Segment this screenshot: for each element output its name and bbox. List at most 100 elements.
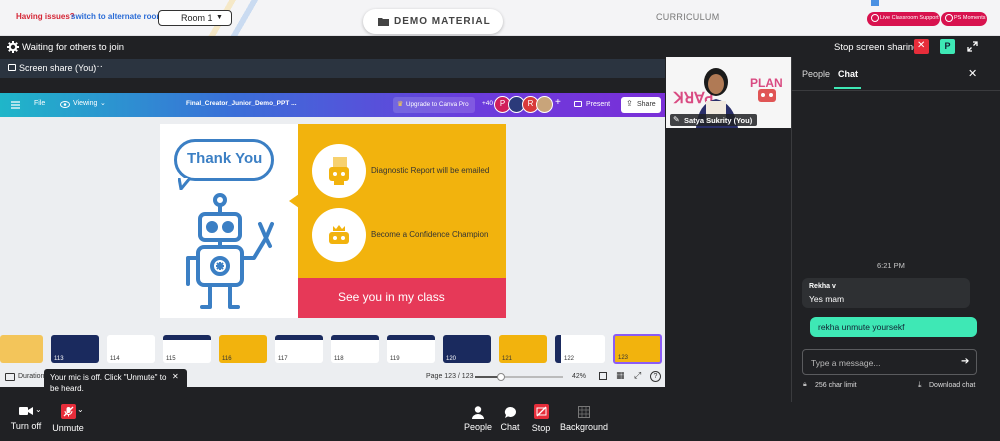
download-icon[interactable]: ⤓ bbox=[918, 380, 922, 390]
help-icon[interactable]: ? bbox=[650, 371, 661, 382]
duration-button[interactable]: Duration bbox=[18, 373, 44, 380]
chat-message-received: Rekha v Yes mam bbox=[802, 278, 970, 308]
tab-demo-material-label: DEMO MATERIAL bbox=[394, 16, 491, 27]
report-icon bbox=[312, 144, 366, 198]
document-title[interactable]: Final_Creator_Junior_Demo_PPT ... bbox=[186, 100, 297, 107]
hamburger-icon[interactable] bbox=[11, 101, 20, 109]
chevron-down-icon: ⌄ bbox=[100, 100, 106, 107]
info-icon bbox=[871, 14, 879, 22]
thank-you-heading: Thank You bbox=[187, 150, 263, 167]
issue-label: Having issues? bbox=[16, 12, 75, 21]
stop-share-button[interactable]: Stop bbox=[527, 404, 555, 433]
screen-share-tab[interactable]: Screen share (You) ··· bbox=[0, 59, 665, 78]
chat-panel: People Chat ✕ 6:21 PM Rekha v Yes mam re… bbox=[791, 57, 1000, 402]
file-menu[interactable]: File bbox=[34, 100, 45, 107]
stop-sharing-label[interactable]: Stop screen sharing bbox=[834, 42, 919, 53]
slide-thumbnail[interactable]: 121 bbox=[499, 335, 547, 363]
slide-thumbnail[interactable]: 114 bbox=[107, 335, 155, 363]
turn-off-label: Turn off bbox=[10, 421, 42, 431]
slide-thumbnail[interactable]: 120 bbox=[443, 335, 491, 363]
fullscreen-icon[interactable] bbox=[967, 41, 978, 52]
background-button[interactable]: Background bbox=[559, 406, 609, 432]
char-limit: 256 char limit bbox=[815, 382, 857, 389]
chat-button[interactable]: Chat bbox=[496, 406, 524, 432]
thumbnail-number: 114 bbox=[110, 356, 120, 362]
slide-thumbnail[interactable]: 117 bbox=[275, 335, 323, 363]
panel-pointer bbox=[289, 194, 299, 208]
tab-demo-material[interactable]: DEMO MATERIAL bbox=[363, 9, 503, 34]
close-panel-icon[interactable]: ✕ bbox=[968, 67, 977, 80]
slide-thumbnail[interactable]: 119 bbox=[387, 335, 435, 363]
ps-moments-button[interactable]: PS Moments bbox=[941, 12, 987, 26]
chat-input[interactable]: Type a message... ➔ bbox=[802, 349, 977, 375]
slide-thumbnail[interactable]: 118 bbox=[331, 335, 379, 363]
share-icon: ⇪ bbox=[626, 99, 633, 108]
room-select-value: Room 1 bbox=[181, 13, 213, 23]
camera-options-chevron[interactable]: ⌄ bbox=[35, 405, 42, 414]
decorative-marker bbox=[871, 0, 879, 6]
tab-chat[interactable]: Chat bbox=[838, 69, 858, 79]
timer-icon bbox=[5, 373, 15, 381]
participant-name: Satya Sukrity (You) bbox=[684, 116, 753, 125]
gear-icon[interactable] bbox=[7, 41, 19, 53]
page-indicator: Page 123 / 123 bbox=[426, 373, 474, 380]
slide-pink-banner: See you in my class bbox=[298, 278, 506, 318]
thumbnail-number: 116 bbox=[222, 356, 232, 362]
zoom-slider[interactable] bbox=[475, 373, 563, 381]
bottom-toolbar: Turn off ⌄ Unmute ⌄ People Chat Stop Bac… bbox=[0, 402, 1000, 441]
slide-thumbnail[interactable] bbox=[0, 335, 43, 363]
expand-icon[interactable]: ⤢ bbox=[634, 370, 641, 381]
upgrade-label: Upgrade to Canva Pro bbox=[406, 101, 469, 108]
participant-name-tag: ✎ Satya Sukrity (You) bbox=[670, 114, 757, 126]
tooltip-text: Your mic is off. Click "Unmute" to be he… bbox=[50, 373, 167, 393]
chat-timestamp: 6:21 PM bbox=[877, 261, 905, 270]
lock-icon: 🔒︎ bbox=[803, 381, 807, 388]
slide-thumbnail[interactable]: 116 bbox=[219, 335, 267, 363]
collaborator-count[interactable]: +40 bbox=[482, 100, 493, 107]
add-collaborator-button[interactable]: + bbox=[555, 97, 561, 108]
canva-toolbar: File Viewing ⌄ Final_Creator_Junior_Demo… bbox=[0, 93, 665, 117]
switch-room-link[interactable]: switch to alternate room bbox=[71, 12, 163, 21]
close-icon[interactable]: ✕ bbox=[172, 372, 179, 381]
present-button[interactable]: Present bbox=[572, 97, 616, 113]
tab-curriculum[interactable]: CURRICULUM bbox=[656, 12, 720, 22]
live-support-button[interactable]: Live Classroom Support bbox=[867, 12, 940, 26]
slide-thumbnail[interactable]: 122 bbox=[555, 335, 605, 363]
collaborator-avatar-photo[interactable] bbox=[536, 96, 553, 113]
person-icon bbox=[472, 406, 484, 419]
eye-icon bbox=[60, 101, 70, 108]
chat-message-text: Yes mam bbox=[809, 294, 845, 304]
thumbnail-number: 120 bbox=[446, 356, 457, 362]
upgrade-button[interactable]: ♛ Upgrade to Canva Pro bbox=[393, 97, 475, 113]
mic-options-chevron[interactable]: ⌄ bbox=[77, 405, 84, 414]
notes-icon[interactable] bbox=[599, 372, 607, 380]
stop-share-icon bbox=[533, 404, 549, 419]
stop-sharing-button[interactable]: ✕ bbox=[914, 39, 929, 54]
thumbnail-number: 123 bbox=[618, 355, 629, 361]
waiting-status: Waiting for others to join bbox=[22, 42, 125, 53]
grid-view-icon[interactable]: ▦ bbox=[616, 370, 625, 381]
zoom-slider-knob[interactable] bbox=[497, 373, 506, 381]
avatar[interactable]: P bbox=[940, 39, 955, 54]
video-tile[interactable]: ꓘꓤ∀ꓒ PLAN ✎ Satya Sukrity (You) bbox=[666, 57, 791, 128]
chat-message-sent: rekha unmute yoursekf bbox=[810, 317, 977, 337]
room-select[interactable]: Room 1 ▼ bbox=[158, 10, 232, 26]
moments-icon bbox=[945, 14, 953, 22]
download-chat-link[interactable]: Download chat bbox=[929, 382, 975, 389]
slide-item-1: Diagnostic Report will be emailed bbox=[371, 166, 490, 175]
chevron-down-icon: ▼ bbox=[216, 14, 223, 21]
robot-illustration bbox=[186, 193, 274, 309]
share-button[interactable]: ⇪ Share bbox=[621, 97, 661, 113]
slide-thumbnail-current[interactable]: 123 bbox=[613, 334, 662, 364]
mic-off-icon bbox=[60, 404, 76, 419]
more-options-button[interactable]: ··· bbox=[93, 61, 103, 72]
people-button[interactable]: People bbox=[462, 406, 494, 432]
chat-input-placeholder: Type a message... bbox=[811, 358, 881, 368]
tab-people[interactable]: People bbox=[802, 69, 830, 79]
chat-message-text: rekha unmute yoursekf bbox=[818, 322, 905, 332]
viewing-menu[interactable]: Viewing bbox=[73, 100, 97, 107]
slide-thumbnail[interactable]: 113 bbox=[51, 335, 99, 363]
send-icon[interactable]: ➔ bbox=[961, 356, 969, 367]
slide-thumbnail[interactable]: 115 bbox=[163, 335, 211, 363]
chat-sender: Rekha v bbox=[809, 283, 836, 290]
